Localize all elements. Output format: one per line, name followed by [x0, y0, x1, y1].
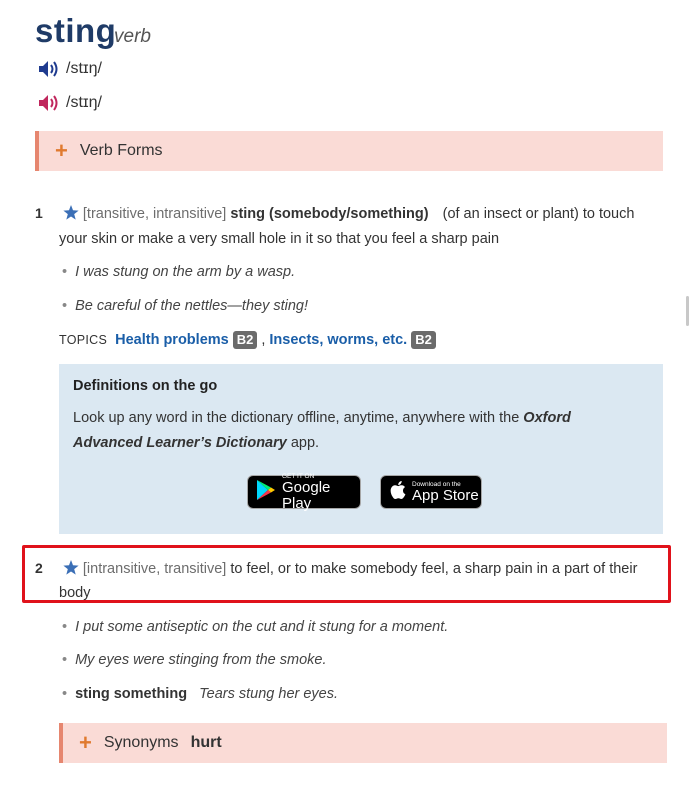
app-name: Oxford: [523, 410, 571, 426]
example: • My eyes were stinging from the smoke.: [62, 652, 327, 668]
sense-number: 1: [35, 205, 43, 221]
part-of-speech: verb: [114, 26, 151, 47]
promo-text: Look up any word in the dictionary offli…: [73, 410, 571, 451]
sense-1: 1 [transitive, intransitive] sting (some…: [35, 200, 665, 229]
google-play-icon: [256, 479, 276, 506]
topics-label: TOPICS: [59, 333, 108, 347]
bullet-icon: •: [62, 264, 68, 280]
bullet-icon: •: [62, 686, 68, 702]
level-badge: B2: [232, 331, 258, 349]
app-promo-box: Definitions on the go Look up any word i…: [59, 364, 663, 534]
app-name: Advanced Learner’s Dictionary: [73, 435, 287, 451]
level-badge: B2: [411, 331, 436, 349]
google-play-button[interactable]: GET IT ON Google Play: [247, 473, 361, 512]
synonyms-label: Synonyms: [103, 734, 179, 751]
topic-separator: ,: [261, 332, 266, 348]
bullet-icon: •: [62, 652, 68, 668]
topics-row: TOPICS Health problems B2 , Insects, wor…: [59, 331, 436, 349]
sense-pattern: sting (somebody/something): [230, 206, 429, 222]
definition-part-2: your skin or make a very small hole in i…: [59, 231, 500, 247]
plus-icon: +: [79, 730, 92, 755]
us-speaker-icon[interactable]: [38, 93, 60, 113]
google-play-label: Google Play: [282, 478, 331, 512]
pronunciation-uk: /stɪŋ/: [38, 59, 102, 79]
apple-icon: [390, 480, 406, 505]
app-store-button[interactable]: Download on the App Store: [380, 475, 482, 509]
highlight-box: [22, 545, 671, 603]
plus-icon: +: [55, 138, 68, 163]
uk-speaker-icon[interactable]: [38, 59, 60, 79]
pronunciation-uk-text: /stɪŋ/: [66, 60, 102, 77]
app-store-label: App Store: [412, 486, 479, 504]
topic-link-insects-worms[interactable]: Insects, worms, etc.: [269, 332, 407, 348]
synonyms-toggle[interactable]: + Synonyms hurt: [59, 723, 667, 763]
topic-link-health-problems[interactable]: Health problems: [115, 332, 229, 348]
example: • I put some antiseptic on the cut and it…: [62, 619, 449, 635]
definition-part-1: (of an insect or plant) to touch: [442, 206, 635, 222]
headword: sting: [35, 12, 117, 49]
bullet-icon: •: [62, 619, 68, 635]
pronunciation-us-text: /stɪŋ/: [66, 94, 102, 111]
example: • I was stung on the arm by a wasp.: [62, 264, 296, 280]
pattern-label: sting something: [75, 686, 188, 702]
pronunciation-us: /stɪŋ/: [38, 93, 102, 113]
synonym-word: hurt: [190, 734, 222, 751]
promo-title: Definitions on the go: [73, 378, 218, 394]
bullet-icon: •: [62, 298, 68, 314]
example: • Be careful of the nettles—they sting!: [62, 298, 309, 314]
verb-forms-toggle[interactable]: + Verb Forms: [35, 131, 663, 171]
grammar-label: [transitive, intransitive]: [82, 206, 227, 222]
pattern-example: • sting something Tears stung her eyes.: [62, 686, 339, 702]
verb-forms-label: Verb Forms: [79, 142, 163, 159]
